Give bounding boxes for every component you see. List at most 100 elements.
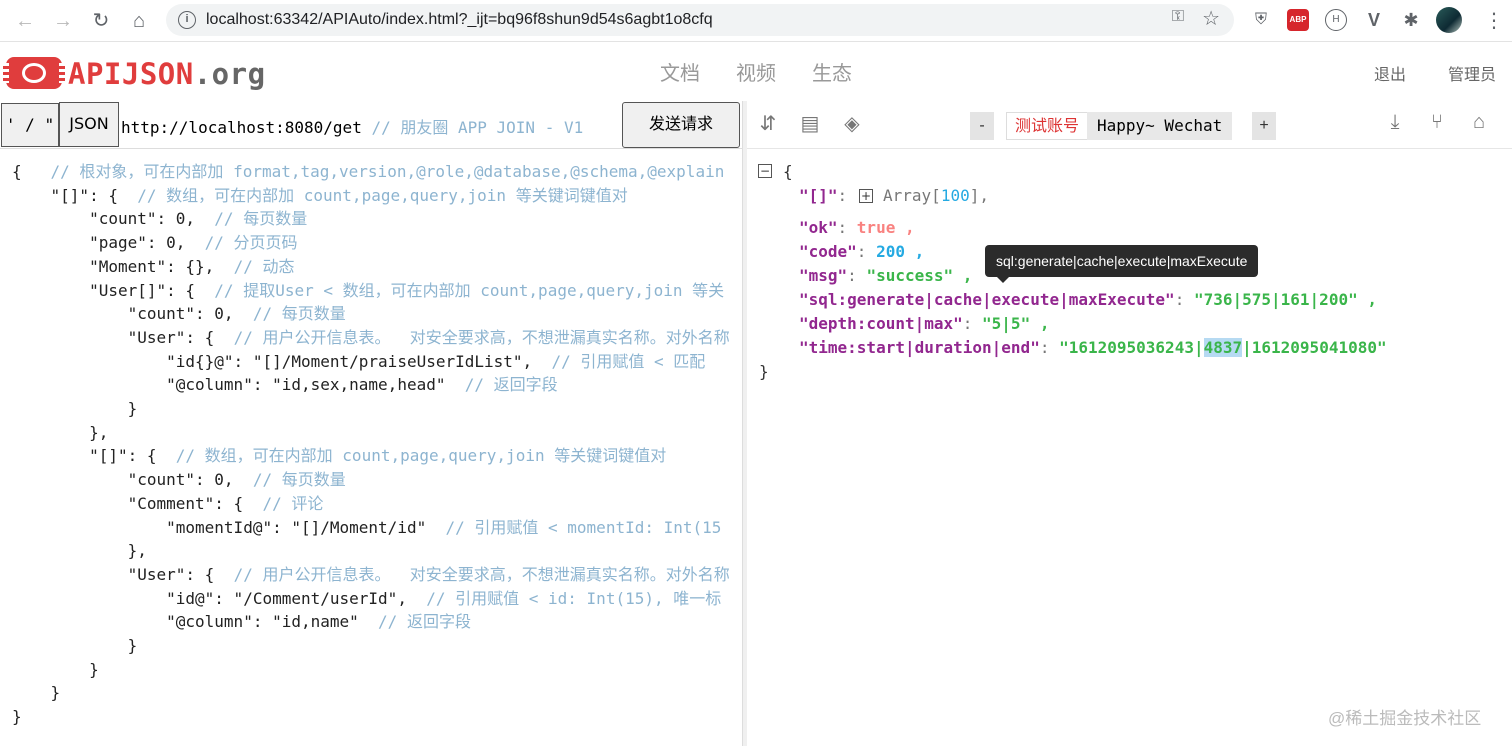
h-extension-icon[interactable]: H: [1325, 9, 1347, 31]
code-line[interactable]: "id{}@": "[]/Moment/praiseUserIdList", /…: [12, 350, 705, 374]
logo-suffix: .org: [193, 57, 266, 91]
forward-icon[interactable]: →: [50, 8, 76, 34]
code-line[interactable]: "id@": "/Comment/userId", // 引用赋值 < id: …: [12, 587, 721, 611]
code-line[interactable]: },: [12, 539, 147, 563]
code-value: 200: [876, 242, 905, 261]
code-comment: // 每页数量: [252, 304, 346, 324]
code-comment: // 用户公开信息表。 对安全要求高，不想泄漏真实名称。对外名称: [233, 564, 730, 584]
code-text: }: [12, 399, 138, 418]
v-extension-icon[interactable]: V: [1363, 9, 1385, 31]
code-text: "@column": "id,sex,name,head": [12, 375, 465, 395]
code-line[interactable]: "page": 0, // 分页页码: [12, 231, 298, 255]
code-line[interactable]: "Moment": {}, // 动态: [12, 255, 294, 279]
code-comment: // 返回字段: [464, 375, 558, 395]
reload-icon[interactable]: ↻: [88, 8, 114, 34]
apijson-logo-icon[interactable]: [3, 57, 65, 89]
code-line[interactable]: "count": 0, // 每页数量: [12, 207, 307, 231]
code-text: "id@": "/Comment/userId",: [12, 588, 427, 608]
code-line[interactable]: },: [12, 421, 108, 445]
code-line[interactable]: "momentId@": "[]/Moment/id" // 引用赋值 < mo…: [12, 516, 721, 540]
array-type: Array: [883, 186, 932, 205]
code-line[interactable]: }: [12, 397, 138, 421]
response-json-viewer: − { "[]": + Array[100], "ok": true , "co…: [747, 150, 1512, 746]
nav-docs[interactable]: 文档: [660, 57, 700, 86]
request-url-input[interactable]: http://localhost:8080/get // 朋友圈 APP JOI…: [121, 114, 583, 138]
code-text: {: [12, 162, 51, 181]
account-user-select[interactable]: Happy~ Wechat: [1087, 112, 1233, 140]
nav-ecosystem[interactable]: 生态: [812, 57, 852, 86]
code-comment: // 数组，可在内部加 count,page,query,join 等关键词键值…: [175, 446, 667, 466]
profile-avatar[interactable]: [1436, 7, 1462, 33]
back-icon[interactable]: ←: [12, 8, 38, 34]
result-line-depth: "depth:count|max": "5|5" ,: [799, 314, 1050, 333]
code-text: }: [12, 659, 99, 679]
extensions-puzzle-icon[interactable]: ✱: [1400, 9, 1422, 31]
logo-text[interactable]: APIJSON.org: [68, 57, 266, 91]
logo-main: APIJSON: [68, 57, 194, 91]
adblock-extension-icon[interactable]: ABP: [1287, 9, 1309, 31]
sql-key[interactable]: "sql:generate|cache|execute|maxExecute": [799, 290, 1175, 309]
nav-video[interactable]: 视频: [736, 57, 776, 86]
code-comment: // 提取User < 数组，可在内部加 count,page,query,jo…: [214, 280, 725, 300]
address-bar[interactable]: i localhost:63342/APIAuto/index.html?_ij…: [166, 4, 1234, 36]
download-icon[interactable]: ⤓: [1383, 111, 1407, 134]
code-line[interactable]: "@column": "id,name" // 返回字段: [12, 610, 471, 634]
code-text: "[]": {: [12, 185, 138, 205]
code-text: },: [12, 541, 147, 561]
code-comment: // 引用赋值 < 匹配: [551, 351, 706, 371]
admin-link[interactable]: 管理员: [1448, 61, 1496, 85]
expand-array-icon[interactable]: +: [859, 189, 873, 203]
home-icon[interactable]: ⌂: [126, 8, 152, 34]
request-json-editor[interactable]: { // 根对象，可在内部加 format,tag,version,@role,…: [0, 150, 742, 746]
code-text: "count": 0,: [12, 209, 215, 229]
code-text: "page": 0,: [12, 233, 205, 253]
bookmark-star-icon[interactable]: ☆: [1202, 6, 1220, 31]
result-open-brace: {: [783, 162, 793, 181]
result-line-ok: "ok": true ,: [799, 218, 915, 237]
logout-link[interactable]: 退出: [1374, 61, 1406, 85]
account-next-button[interactable]: +: [1252, 112, 1276, 140]
code-text: "User": {: [12, 327, 234, 347]
response-toolbar: ⇵ ▤ ◈ - 测试账号 Happy~ Wechat + ⤓ ⑂ ⌂: [747, 101, 1512, 149]
time-key: "time:start|duration|end": [799, 338, 1040, 357]
code-comment: // 引用赋值 < momentId: Int(15: [445, 517, 722, 537]
code-line[interactable]: { // 根对象，可在内部加 format,tag,version,@role,…: [12, 160, 724, 184]
address-url[interactable]: localhost:63342/APIAuto/index.html?_ijt=…: [206, 4, 713, 36]
request-toolbar: ' / " JSON http://localhost:8080/get // …: [0, 101, 742, 149]
code-line[interactable]: "User": { // 用户公开信息表。 对安全要求高，不想泄漏真实名称。对外…: [12, 563, 730, 587]
format-icon[interactable]: ⇵: [756, 111, 780, 136]
code-line[interactable]: }: [12, 634, 138, 658]
code-line[interactable]: "User": { // 用户公开信息表。 对安全要求高，不想泄漏真实名称。对外…: [12, 326, 730, 350]
code-line[interactable]: "count": 0, // 每页数量: [12, 468, 346, 492]
browser-menu-icon[interactable]: ⋮: [1484, 8, 1504, 34]
test-account-label[interactable]: 测试账号: [1006, 112, 1089, 140]
site-info-icon[interactable]: i: [178, 11, 196, 29]
key-icon[interactable]: ⚿: [1172, 8, 1184, 26]
code-line[interactable]: "[]": { // 数组，可在内部加 count,page,query,joi…: [12, 184, 628, 208]
json-type-button[interactable]: JSON: [59, 102, 119, 147]
shirt-icon[interactable]: ⌂: [1467, 111, 1491, 134]
code-line[interactable]: "@column": "id,sex,name,head" // 返回字段: [12, 373, 558, 397]
quote-toggle-button[interactable]: ' / ": [1, 103, 59, 147]
code-line[interactable]: }: [12, 658, 99, 682]
depth-key: "depth:count|max": [799, 314, 963, 333]
layers-icon[interactable]: ◈: [840, 111, 864, 136]
account-prev-button[interactable]: -: [970, 112, 994, 140]
save-icon[interactable]: ▤: [798, 111, 822, 136]
collapse-icon[interactable]: −: [758, 164, 772, 178]
msg-value: "success": [866, 266, 954, 285]
code-line[interactable]: }: [12, 705, 22, 729]
code-line[interactable]: "count": 0, // 每页数量: [12, 302, 346, 326]
array-count: 100: [940, 186, 970, 205]
send-request-button[interactable]: 发送请求: [622, 102, 740, 148]
code-line[interactable]: "User[]": { // 提取User < 数组，可在内部加 count,p…: [12, 279, 724, 303]
share-icon[interactable]: ⑂: [1425, 111, 1449, 134]
code-line[interactable]: "Comment": { // 评论: [12, 492, 324, 516]
result-line-time: "time:start|duration|end": "161209503624…: [799, 338, 1387, 357]
code-line[interactable]: "[]": { // 数组，可在内部加 count,page,query,joi…: [12, 444, 666, 468]
code-line[interactable]: }: [12, 681, 61, 705]
shield-extension-icon[interactable]: ⛨: [1250, 9, 1272, 31]
code-comment: // 每页数量: [252, 470, 346, 490]
code-text: "[]": {: [12, 446, 176, 466]
array-value[interactable]: Array[100],: [883, 184, 989, 208]
